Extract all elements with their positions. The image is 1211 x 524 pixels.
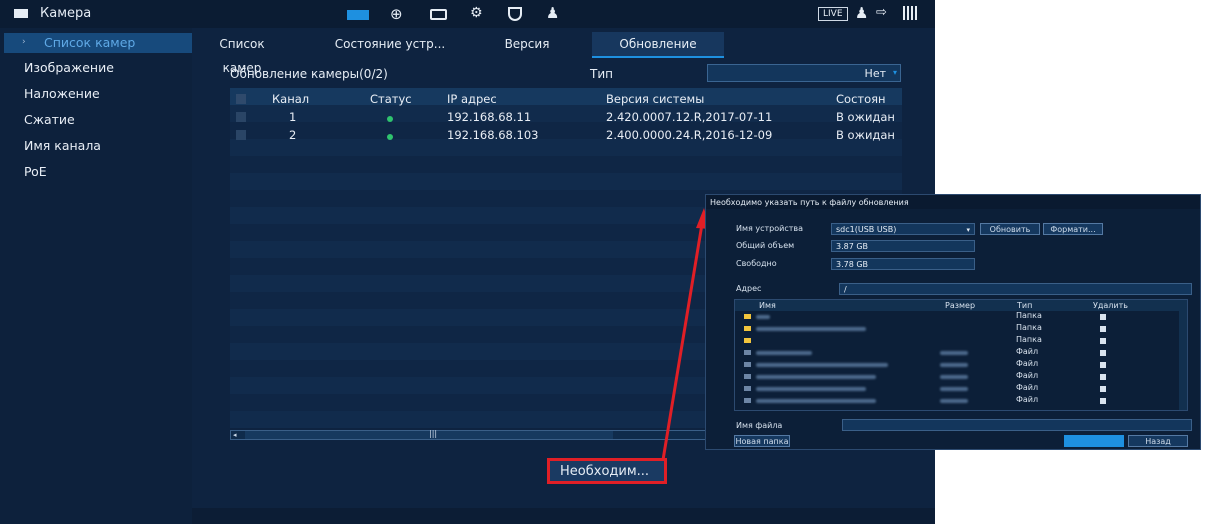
col-name: Имя [759,301,776,310]
total-label: Общий объем [736,241,795,250]
file-type: Файл [1016,347,1039,356]
file-size-redacted [940,351,968,355]
file-row[interactable]: Папка [734,323,1180,335]
file-type: Папка [1016,323,1042,332]
filename-label: Имя файла [736,421,783,430]
col-delete: Удалить [1093,301,1128,310]
delete-icon[interactable] [1100,338,1106,344]
file-row[interactable]: Файл [734,371,1180,383]
delete-icon[interactable] [1100,350,1106,356]
folder-icon [744,338,751,343]
free-value: 3.78 GB [831,258,975,270]
file-type: Файл [1016,383,1039,392]
file-icon [744,398,751,403]
delete-icon[interactable] [1100,386,1106,392]
file-size-redacted [940,399,968,403]
delete-icon[interactable] [1100,374,1106,380]
delete-icon[interactable] [1100,314,1106,320]
ok-button[interactable]: OK [1064,435,1124,447]
address-field[interactable]: / [839,283,1192,295]
device-select-value: sdc1(USB USB) [836,225,897,234]
file-row[interactable]: Файл [734,395,1180,407]
file-type: Файл [1016,395,1039,404]
device-label: Имя устройства [736,224,804,233]
file-type: Файл [1016,359,1039,368]
device-chevron-down-icon: ▾ [966,226,970,234]
refresh-button[interactable]: Обновить [980,223,1040,235]
back-button[interactable]: Назад [1128,435,1188,447]
file-name-redacted [756,327,866,331]
new-folder-button[interactable]: Новая папка [734,435,790,447]
file-name-redacted [756,363,888,367]
file-type: Файл [1016,371,1039,380]
format-button[interactable]: Формати... [1043,223,1103,235]
col-type: Тип [1017,301,1033,310]
file-size-redacted [940,387,968,391]
update-file-dialog: Необходимо указать путь к файлу обновлен… [705,194,1201,450]
delete-icon[interactable] [1100,362,1106,368]
file-icon [744,350,751,355]
file-name-redacted [756,351,812,355]
delete-icon[interactable] [1100,398,1106,404]
file-size-redacted [940,363,968,367]
file-row[interactable]: Файл [734,359,1180,371]
file-name-redacted [756,387,866,391]
file-type: Папка [1016,335,1042,344]
device-select[interactable]: sdc1(USB USB) ▾ [831,223,975,235]
file-name-redacted [756,399,876,403]
dialog-title: Необходимо указать путь к файлу обновлен… [710,198,909,207]
delete-icon[interactable] [1100,326,1106,332]
folder-icon [744,314,751,319]
folder-icon [744,326,751,331]
file-size-redacted [940,375,968,379]
file-name-redacted [756,315,770,319]
file-row[interactable]: Папка [734,311,1180,323]
file-row[interactable]: Файл [734,347,1180,359]
file-name-redacted [756,375,876,379]
file-icon [744,386,751,391]
total-value: 3.87 GB [831,240,975,252]
file-row[interactable]: Папка [734,335,1180,347]
address-label: Адрес [736,284,762,293]
file-list-scrollbar[interactable] [1179,300,1187,410]
col-size: Размер [945,301,976,310]
filename-field[interactable] [842,419,1192,431]
file-type: Папка [1016,311,1042,320]
free-label: Свободно [736,259,777,268]
file-icon [744,362,751,367]
file-icon [744,374,751,379]
file-row[interactable]: Файл [734,383,1180,395]
